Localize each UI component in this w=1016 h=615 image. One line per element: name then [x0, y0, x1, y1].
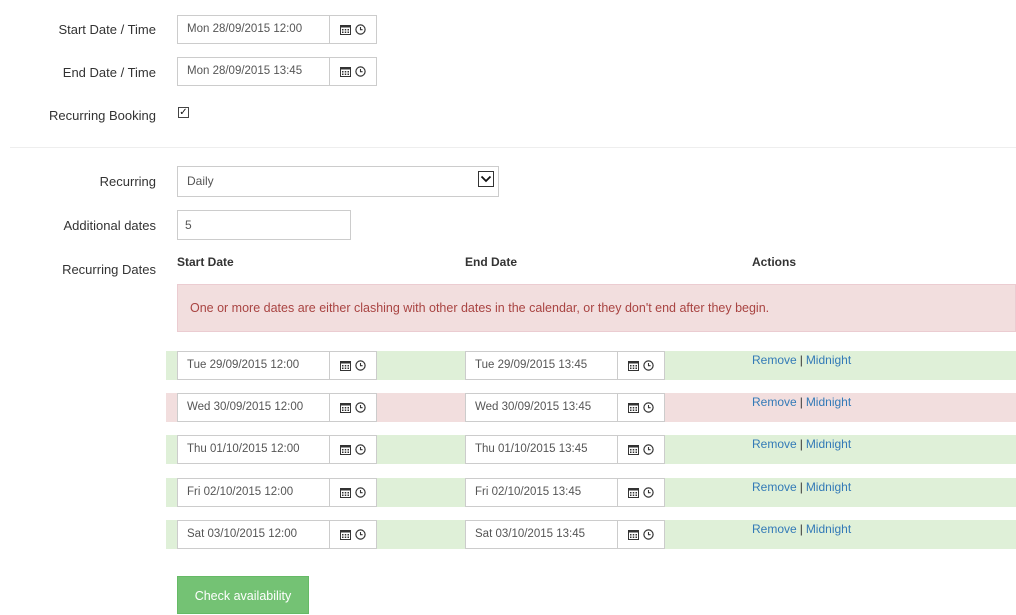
- recurring-select-value: Daily: [187, 174, 214, 188]
- row-start-datetime-addons[interactable]: [329, 521, 376, 548]
- midnight-link[interactable]: Midnight: [806, 395, 851, 409]
- calendar-icon[interactable]: [340, 24, 351, 35]
- clock-icon[interactable]: [355, 24, 366, 35]
- col-start-date-header: Start Date: [177, 255, 234, 269]
- additional-dates-label: Additional dates: [63, 218, 156, 233]
- remove-link[interactable]: Remove: [752, 522, 797, 536]
- calendar-icon[interactable]: [340, 487, 351, 498]
- row-actions: Remove | Midnight: [752, 437, 851, 451]
- col-end-date-header: End Date: [465, 255, 518, 269]
- row-end-datetime-input[interactable]: Wed 30/09/2015 13:45: [466, 394, 617, 421]
- row-end-datetime-input[interactable]: Tue 29/09/2015 13:45: [466, 352, 617, 379]
- row-end-datetime-picker[interactable]: Thu 01/10/2015 13:45: [465, 435, 665, 464]
- action-divider: |: [799, 522, 803, 536]
- calendar-icon[interactable]: [340, 529, 351, 540]
- calendar-icon[interactable]: [340, 402, 351, 413]
- end-datetime-addons[interactable]: [329, 58, 376, 85]
- start-datetime-label: Start Date / Time: [58, 22, 156, 37]
- recurring-label: Recurring: [99, 174, 156, 189]
- clock-icon[interactable]: [643, 444, 654, 455]
- row-end-datetime-picker[interactable]: Sat 03/10/2015 13:45: [465, 520, 665, 549]
- row-actions: Remove | Midnight: [752, 353, 851, 367]
- midnight-link[interactable]: Midnight: [806, 437, 851, 451]
- clash-alert: One or more dates are either clashing wi…: [177, 284, 1016, 332]
- row-end-datetime-addons[interactable]: [617, 352, 664, 379]
- action-divider: |: [799, 480, 803, 494]
- row-actions: Remove | Midnight: [752, 395, 851, 409]
- row-end-datetime-input[interactable]: Thu 01/10/2015 13:45: [466, 436, 617, 463]
- row-end-datetime-addons[interactable]: [617, 394, 664, 421]
- action-divider: |: [799, 353, 803, 367]
- calendar-icon[interactable]: [340, 444, 351, 455]
- row-end-datetime-input[interactable]: Fri 02/10/2015 13:45: [466, 479, 617, 506]
- recurring-booking-label: Recurring Booking: [49, 108, 156, 123]
- row-end-datetime-addons[interactable]: [617, 436, 664, 463]
- clock-icon[interactable]: [355, 487, 366, 498]
- action-divider: |: [799, 437, 803, 451]
- row-end-datetime-picker[interactable]: Fri 02/10/2015 13:45: [465, 478, 665, 507]
- action-divider: |: [799, 395, 803, 409]
- row-start-datetime-input[interactable]: Fri 02/10/2015 12:00: [178, 479, 329, 506]
- chevron-down-icon[interactable]: [478, 171, 494, 187]
- row-start-datetime-picker[interactable]: Tue 29/09/2015 12:00: [177, 351, 377, 380]
- recurring-select[interactable]: Daily: [177, 166, 499, 197]
- recurring-dates-label: Recurring Dates: [62, 262, 156, 277]
- start-datetime-input[interactable]: Mon 28/09/2015 12:00: [178, 16, 329, 43]
- remove-link[interactable]: Remove: [752, 395, 797, 409]
- remove-link[interactable]: Remove: [752, 353, 797, 367]
- row-start-datetime-addons[interactable]: [329, 394, 376, 421]
- end-datetime-label: End Date / Time: [62, 65, 156, 80]
- calendar-icon[interactable]: [340, 360, 351, 371]
- row-start-datetime-input[interactable]: Sat 03/10/2015 12:00: [178, 521, 329, 548]
- row-start-datetime-addons[interactable]: [329, 352, 376, 379]
- remove-link[interactable]: Remove: [752, 480, 797, 494]
- clock-icon[interactable]: [355, 529, 366, 540]
- start-datetime-addons[interactable]: [329, 16, 376, 43]
- calendar-icon[interactable]: [628, 444, 639, 455]
- clock-icon[interactable]: [355, 66, 366, 77]
- remove-link[interactable]: Remove: [752, 437, 797, 451]
- row-start-datetime-picker[interactable]: Fri 02/10/2015 12:00: [177, 478, 377, 507]
- clock-icon[interactable]: [643, 360, 654, 371]
- row-end-datetime-picker[interactable]: Wed 30/09/2015 13:45: [465, 393, 665, 422]
- midnight-link[interactable]: Midnight: [806, 522, 851, 536]
- section-divider: [10, 147, 1016, 148]
- row-end-datetime-input[interactable]: Sat 03/10/2015 13:45: [466, 521, 617, 548]
- clock-icon[interactable]: [643, 529, 654, 540]
- row-start-datetime-input[interactable]: Wed 30/09/2015 12:00: [178, 394, 329, 421]
- check-availability-button[interactable]: Check availability: [177, 576, 309, 614]
- row-start-datetime-input[interactable]: Tue 29/09/2015 12:00: [178, 352, 329, 379]
- recurring-booking-checkbox[interactable]: ✓: [178, 107, 189, 118]
- row-start-datetime-input[interactable]: Thu 01/10/2015 12:00: [178, 436, 329, 463]
- clock-icon[interactable]: [643, 402, 654, 413]
- col-actions-header: Actions: [752, 255, 797, 269]
- row-start-datetime-picker[interactable]: Thu 01/10/2015 12:00: [177, 435, 377, 464]
- midnight-link[interactable]: Midnight: [806, 480, 851, 494]
- calendar-icon[interactable]: [628, 402, 639, 413]
- row-end-datetime-picker[interactable]: Tue 29/09/2015 13:45: [465, 351, 665, 380]
- clock-icon[interactable]: [355, 444, 366, 455]
- row-start-datetime-picker[interactable]: Sat 03/10/2015 12:00: [177, 520, 377, 549]
- end-datetime-picker[interactable]: Mon 28/09/2015 13:45: [177, 57, 377, 86]
- clock-icon[interactable]: [643, 487, 654, 498]
- row-start-datetime-addons[interactable]: [329, 436, 376, 463]
- row-end-datetime-addons[interactable]: [617, 521, 664, 548]
- clock-icon[interactable]: [355, 402, 366, 413]
- row-start-datetime-addons[interactable]: [329, 479, 376, 506]
- calendar-icon[interactable]: [340, 66, 351, 77]
- midnight-link[interactable]: Midnight: [806, 353, 851, 367]
- row-actions: Remove | Midnight: [752, 522, 851, 536]
- start-datetime-picker[interactable]: Mon 28/09/2015 12:00: [177, 15, 377, 44]
- calendar-icon[interactable]: [628, 487, 639, 498]
- row-start-datetime-picker[interactable]: Wed 30/09/2015 12:00: [177, 393, 377, 422]
- row-actions: Remove | Midnight: [752, 480, 851, 494]
- row-end-datetime-addons[interactable]: [617, 479, 664, 506]
- calendar-icon[interactable]: [628, 529, 639, 540]
- end-datetime-input[interactable]: Mon 28/09/2015 13:45: [178, 58, 329, 85]
- calendar-icon[interactable]: [628, 360, 639, 371]
- clock-icon[interactable]: [355, 360, 366, 371]
- additional-dates-input[interactable]: 5: [177, 210, 351, 240]
